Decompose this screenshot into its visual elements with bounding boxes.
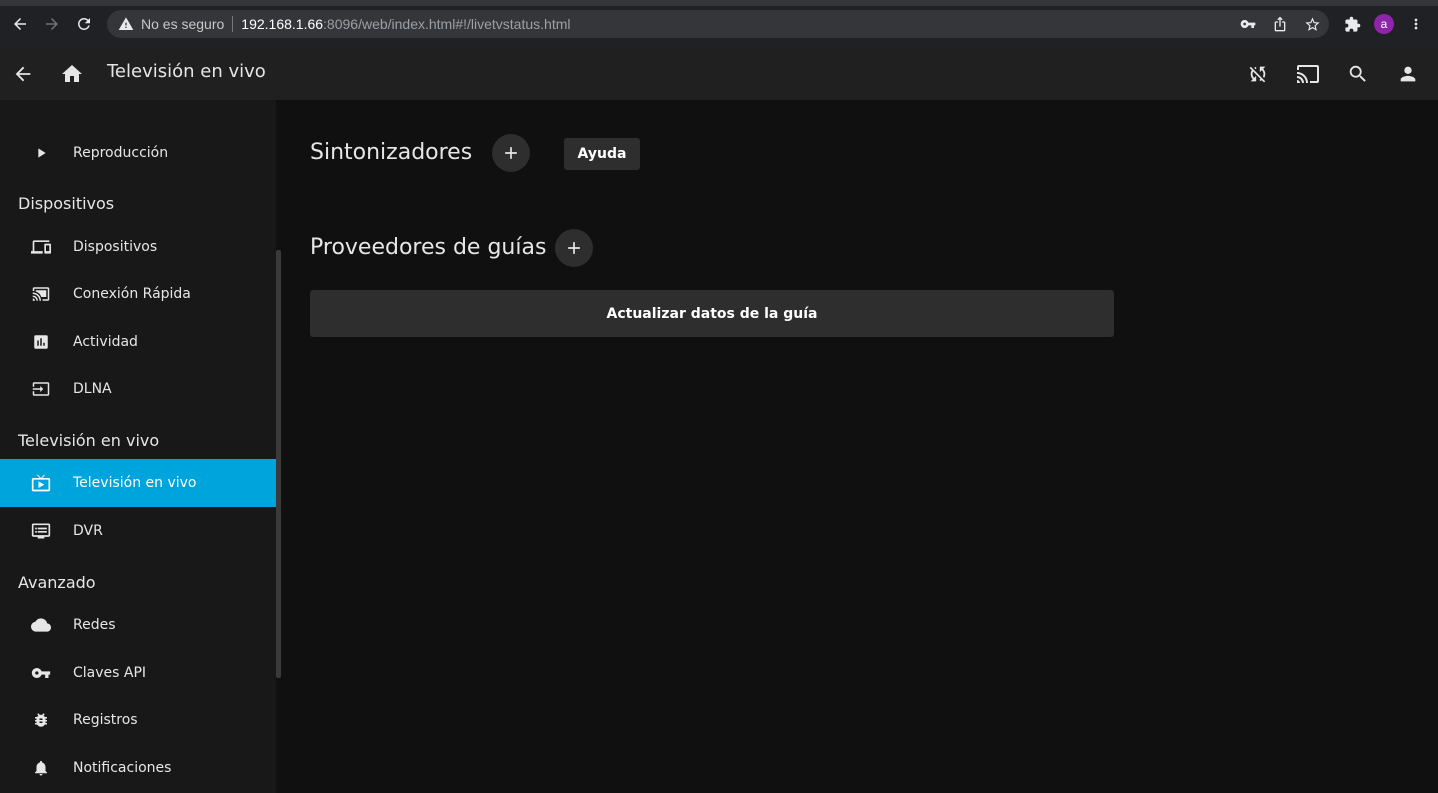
sidebar-item-label: Notificaciones (73, 760, 172, 776)
sidebar-item-livetv[interactable]: Televisión en vivo (0, 459, 276, 507)
arrow-right-icon (46, 18, 58, 30)
input-icon (31, 379, 51, 399)
sidebar-item-label: Redes (73, 617, 116, 633)
home-icon (62, 65, 82, 82)
extensions-button[interactable] (1340, 12, 1364, 36)
sidebar-item-networking[interactable]: Redes (0, 601, 276, 649)
user-menu-button[interactable] (1393, 59, 1423, 89)
app-header: Televisión en vivo (0, 47, 1438, 100)
cast-icon (1297, 65, 1319, 83)
sidebar-item-notifications[interactable]: Notificaciones (0, 744, 276, 792)
more-vert-icon (1414, 18, 1418, 30)
refresh-guide-data-button[interactable]: Actualizar datos de la guía (310, 290, 1114, 337)
arrow-left-icon (15, 66, 31, 82)
main-content: Sintonizadores Ayuda Proveedores de guía… (281, 100, 1438, 793)
sync-play-button[interactable] (1243, 59, 1273, 89)
browser-toolbar: No es seguro 192.168.1.66 :8096/web/inde… (0, 0, 1438, 47)
puzzle-icon (1344, 16, 1360, 32)
page-title: Televisión en vivo (107, 61, 266, 82)
cloud-icon (31, 615, 51, 635)
sidebar-item-dlna[interactable]: DLNA (0, 365, 276, 413)
sidebar-item-logs[interactable]: Registros (0, 696, 276, 744)
live-tv-icon (31, 473, 51, 493)
section-header-devices: Dispositivos (18, 194, 115, 213)
browser-back-button[interactable] (8, 12, 32, 36)
section-header-livetv: Televisión en vivo (18, 431, 160, 450)
warning-icon (117, 15, 135, 33)
bookmark-button[interactable] (1300, 12, 1324, 36)
chart-icon (31, 332, 51, 352)
address-bar[interactable]: No es seguro 192.168.1.66 :8096/web/inde… (107, 10, 1329, 38)
security-status[interactable]: No es seguro (141, 16, 224, 32)
search-button[interactable] (1343, 59, 1373, 89)
sidebar-item-label: DLNA (73, 381, 112, 397)
sidebar-item-label: Reproducción (73, 145, 169, 161)
sidebar-item-label: DVR (73, 523, 103, 539)
reload-icon (78, 18, 90, 30)
plus-icon (505, 147, 517, 159)
cast-button[interactable] (1293, 59, 1323, 89)
sidebar-item-playback[interactable]: Reproducción (0, 129, 276, 177)
sidebar-item-activity[interactable]: Actividad (0, 318, 276, 366)
sidebar-item-dvr[interactable]: DVR (0, 507, 276, 555)
help-button[interactable]: Ayuda (564, 138, 640, 170)
browser-forward-button[interactable] (40, 12, 64, 36)
dvr-icon (31, 521, 51, 541)
share-icon (1274, 16, 1286, 32)
sidebar: Reproducción Dispositivos Dispositivos C… (0, 100, 276, 793)
sidebar-item-api-keys[interactable]: Claves API (0, 649, 276, 697)
tab-strip (0, 0, 1438, 6)
key-icon (1240, 20, 1256, 28)
sidebar-item-label: Conexión Rápida (73, 286, 191, 302)
sidebar-item-label: Dispositivos (73, 239, 158, 255)
browser-menu-button[interactable] (1404, 12, 1428, 36)
bug-icon (31, 710, 51, 730)
back-button[interactable] (8, 59, 38, 89)
home-button[interactable] (57, 59, 87, 89)
cast-connected-icon (31, 284, 51, 304)
url-path: :8096/web/index.html#!/livetvstatus.html (323, 16, 571, 32)
tuners-title: Sintonizadores (310, 140, 473, 165)
url-host: 192.168.1.66 (241, 16, 324, 32)
play-icon (31, 143, 51, 163)
guide-providers-title: Proveedores de guías (310, 235, 547, 260)
add-guide-provider-button[interactable] (555, 229, 593, 267)
person-icon (1400, 66, 1416, 82)
password-key-button[interactable] (1236, 12, 1260, 36)
sidebar-item-label: Claves API (73, 665, 147, 681)
key-icon (31, 663, 51, 683)
add-tuner-button[interactable] (492, 134, 530, 172)
sidebar-item-devices[interactable]: Dispositivos (0, 223, 276, 271)
sync-disabled-icon (1249, 66, 1266, 83)
star-icon (1304, 16, 1320, 31)
plus-icon (568, 242, 580, 254)
section-header-advanced: Avanzado (18, 573, 96, 592)
sidebar-item-label: Actividad (73, 334, 138, 350)
share-button[interactable] (1268, 12, 1292, 36)
sidebar-item-label: Registros (73, 712, 138, 728)
browser-reload-button[interactable] (72, 12, 96, 36)
sidebar-item-quick-connect[interactable]: Conexión Rápida (0, 270, 276, 318)
sidebar-item-label: Televisión en vivo (73, 475, 197, 491)
profile-avatar[interactable]: a (1374, 14, 1394, 34)
divider (232, 16, 234, 32)
bell-icon (31, 758, 51, 778)
devices-icon (31, 237, 51, 257)
search-icon (1349, 65, 1366, 82)
arrow-left-icon (14, 18, 26, 30)
